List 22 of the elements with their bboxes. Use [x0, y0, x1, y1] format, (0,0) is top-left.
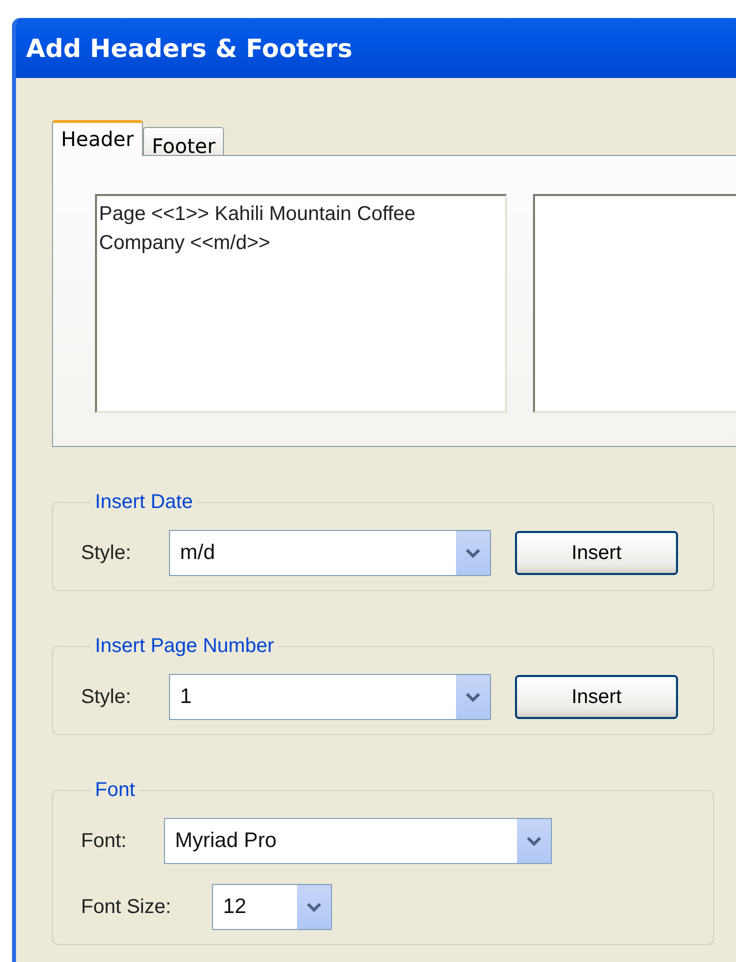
tab[interactable]: Header	[52, 120, 143, 156]
dropdown[interactable]: m/d	[169, 530, 491, 576]
insert-button[interactable]: Insert	[515, 675, 678, 719]
dropdown[interactable]: 12	[212, 884, 332, 930]
field-label: Font Size:	[81, 896, 172, 918]
chevron-down-icon	[517, 819, 551, 863]
tab[interactable]: Footer	[142, 127, 224, 155]
field-label: Font:	[81, 830, 128, 852]
chevron-down-icon	[456, 531, 490, 575]
header-text-field[interactable]: Page <<1>> Kahili Mountain Coffee Company <<m/d>>	[95, 194, 507, 413]
group-title: Insert Date	[94, 491, 194, 514]
group-title: Insert Page Number	[94, 635, 275, 658]
insert-button[interactable]: Insert	[515, 531, 678, 575]
dropdown[interactable]: Myriad Pro	[164, 818, 552, 864]
field-label: Style:	[81, 542, 132, 564]
chevron-down-icon	[297, 885, 331, 929]
chevron-down-icon	[456, 675, 490, 719]
dropdown[interactable]: 1	[169, 674, 491, 720]
text-field[interactable]	[533, 194, 736, 413]
field-label: Style:	[81, 686, 132, 708]
window-title: Add Headers & Footers	[26, 34, 352, 62]
group-title: Font	[94, 779, 136, 802]
